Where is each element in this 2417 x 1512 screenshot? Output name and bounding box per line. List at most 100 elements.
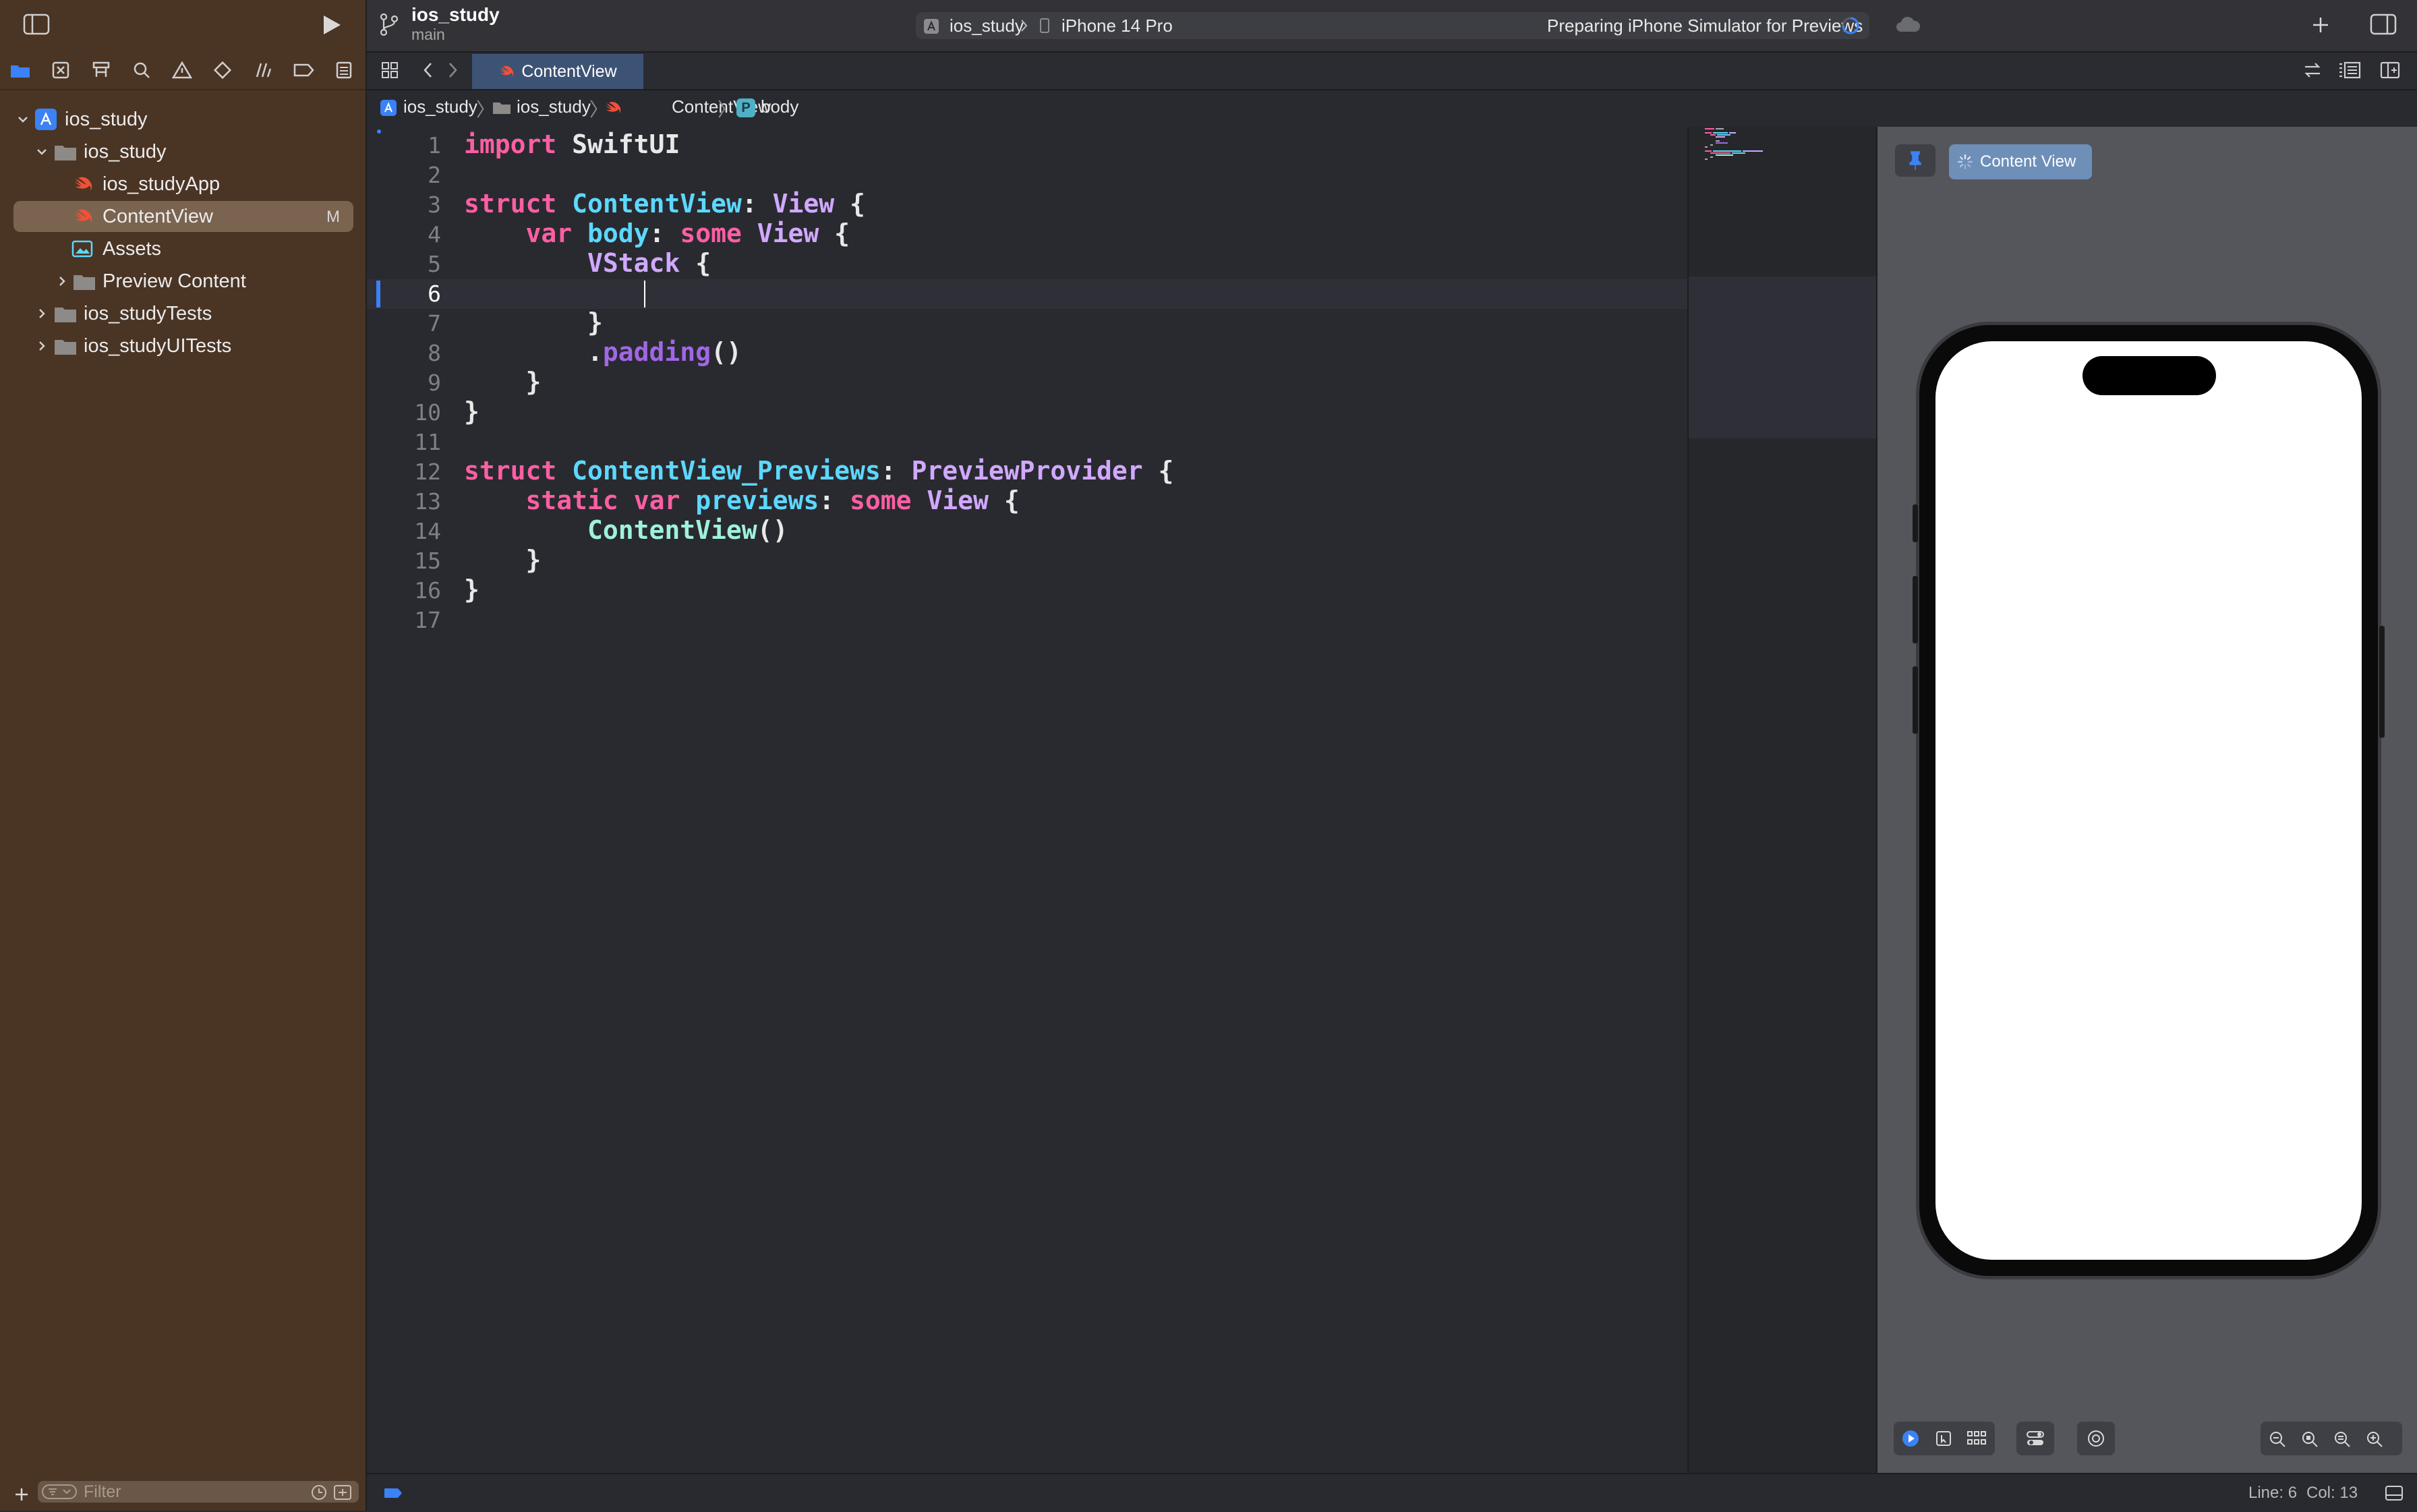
debug-area-toggle-icon[interactable] — [383, 1486, 403, 1500]
tree-item-ios-studyapp[interactable]: ios_studyApp — [13, 169, 353, 200]
code-line[interactable]: VStack { — [464, 248, 711, 278]
project-title[interactable]: ios_study — [411, 4, 500, 26]
token-keyword: struct — [464, 189, 557, 219]
code-line[interactable]: } — [464, 397, 479, 426]
breadcrumb: ios_study 〉 ios_study 〉 ContentView 〉 P … — [367, 90, 2417, 128]
code-line[interactable]: ContentView() — [464, 515, 788, 545]
tree-label: ios_study — [65, 109, 148, 130]
zoom-in-icon[interactable] — [2366, 1430, 2383, 1448]
symbol-navigator-icon[interactable] — [86, 57, 116, 84]
editor-options-icon[interactable] — [2337, 61, 2362, 80]
code-line[interactable]: static var previews: some View { — [464, 486, 1020, 515]
code-line[interactable]: struct ContentView_Previews: PreviewProv… — [464, 456, 1173, 486]
token-punct: } — [464, 575, 479, 604]
test-navigator-icon[interactable] — [208, 57, 237, 84]
minimap-visible-region[interactable] — [1689, 277, 1876, 438]
iphone-power-button — [2379, 626, 2385, 738]
tree-item-assets[interactable]: Assets — [13, 233, 353, 264]
loading-spinner-icon — [1957, 154, 1973, 170]
code-line[interactable]: .padding() — [464, 337, 742, 367]
tree-label: Assets — [103, 238, 162, 260]
grid-icon[interactable] — [380, 61, 399, 80]
device-selector[interactable]: iPhone 14 Pro — [1061, 16, 1173, 36]
tree-item-ios-studyuitests[interactable]: ios_studyUITests — [13, 330, 353, 361]
iphone-screen[interactable] — [1935, 341, 2362, 1260]
find-navigator-icon[interactable] — [127, 57, 156, 84]
code-line[interactable]: var body: some View { — [464, 219, 850, 248]
device-settings-button[interactable] — [2016, 1422, 2054, 1455]
xcode-project-icon — [380, 100, 397, 116]
code-line[interactable]: } — [464, 367, 542, 397]
navigator-tabs — [0, 51, 366, 90]
folder-icon — [492, 101, 511, 115]
variants-button[interactable] — [2077, 1422, 2115, 1455]
zoom-to-fit-icon[interactable] — [2301, 1430, 2319, 1448]
breadcrumb-separator: 〉 — [718, 99, 737, 120]
chevron-down-icon[interactable] — [34, 144, 50, 160]
iphone-volume-up-button — [1913, 576, 1918, 643]
chevron-right-icon[interactable] — [54, 273, 70, 289]
breadcrumb-item[interactable]: body — [761, 96, 798, 117]
chevron-down-icon[interactable] — [15, 111, 31, 127]
chevron-right-icon[interactable] — [34, 306, 50, 322]
token-punct: . — [587, 337, 603, 367]
sidebar-toggle-icon[interactable] — [23, 13, 50, 35]
line-number: 4 — [428, 221, 441, 248]
scheme-icon — [924, 19, 939, 34]
forward-arrow-icon[interactable] — [445, 61, 460, 80]
panel-toggle-icon[interactable] — [2385, 1485, 2404, 1501]
cloud-icon — [1895, 16, 1921, 34]
pin-preview-button[interactable] — [1895, 144, 1935, 177]
back-arrow-icon[interactable] — [421, 61, 436, 80]
preview-canvas[interactable]: Content View — [1876, 127, 2417, 1473]
tree-item-group-ios-study[interactable]: ios_study — [13, 136, 353, 167]
breakpoint-navigator-icon[interactable] — [289, 57, 318, 84]
debug-navigator-icon[interactable] — [248, 57, 278, 84]
recent-files-icon[interactable] — [310, 1484, 328, 1501]
tab-contentview[interactable]: ContentView — [472, 54, 643, 89]
filter-input[interactable]: Filter — [38, 1481, 359, 1503]
branch-name[interactable]: main — [411, 26, 445, 44]
selectable-mode-icon[interactable] — [1935, 1430, 1952, 1447]
line-number: 14 — [414, 518, 441, 544]
tree-item-preview-content[interactable]: Preview Content — [13, 266, 353, 297]
preview-tab-content-view[interactable]: Content View — [1949, 144, 2092, 179]
scheme-selector[interactable]: ios_study — [950, 16, 1024, 36]
code-line[interactable]: } — [464, 308, 603, 337]
code-line[interactable]: struct ContentView: View { — [464, 189, 865, 219]
filter-options-icon[interactable] — [42, 1484, 77, 1499]
report-navigator-icon[interactable] — [329, 57, 359, 84]
add-library-icon[interactable] — [2310, 15, 2331, 35]
run-button[interactable] — [320, 13, 343, 36]
zoom-actual-size-icon[interactable] — [2333, 1430, 2351, 1448]
add-icon[interactable] — [13, 1486, 30, 1503]
issue-navigator-icon[interactable] — [167, 57, 197, 84]
token-identifier: body — [587, 219, 649, 248]
current-line-highlight — [367, 279, 1687, 309]
line-number: 6 — [428, 281, 441, 307]
tree-label: ios_studyApp — [103, 173, 221, 195]
tree-item-contentview[interactable]: ContentView M — [13, 201, 353, 232]
source-control-filter-icon[interactable] — [333, 1484, 352, 1501]
tree-item-project-root[interactable]: ios_study — [13, 104, 353, 135]
tree-item-ios-studytests[interactable]: ios_studyTests — [13, 298, 353, 329]
token-punct: : — [649, 219, 680, 248]
zoom-out-icon[interactable] — [2269, 1430, 2286, 1448]
project-navigator-tab[interactable] — [5, 57, 35, 84]
token-type: View — [927, 486, 989, 515]
token-keyword: import — [464, 129, 557, 159]
live-preview-icon[interactable] — [1902, 1430, 1919, 1447]
inspector-toggle-icon[interactable] — [2370, 13, 2397, 35]
swap-editors-icon[interactable] — [2302, 61, 2323, 80]
code-line[interactable]: import SwiftUI — [464, 129, 680, 159]
code-line[interactable]: } — [464, 575, 479, 604]
code-line[interactable]: } — [464, 545, 542, 575]
minimap[interactable] — [1687, 127, 1877, 1473]
breadcrumb-item[interactable]: ios_study — [403, 96, 477, 117]
chevron-right-icon[interactable] — [34, 338, 50, 354]
xcode-project-icon — [35, 109, 57, 130]
source-control-navigator-icon[interactable] — [46, 57, 76, 84]
add-editor-icon[interactable] — [2379, 61, 2401, 80]
breadcrumb-item[interactable]: ios_study — [517, 96, 591, 117]
variants-grid-icon[interactable] — [1967, 1430, 1987, 1447]
